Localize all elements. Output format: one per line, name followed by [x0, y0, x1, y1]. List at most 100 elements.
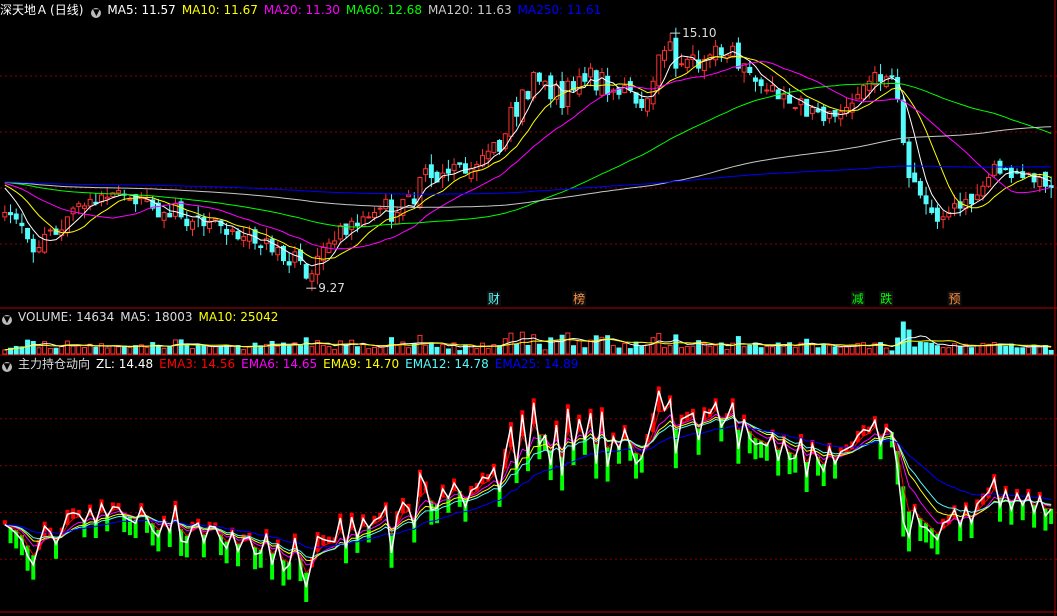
- volume-bar: [969, 347, 975, 355]
- candle-body: [758, 79, 764, 87]
- candle-body: [951, 203, 957, 209]
- volume-bar: [298, 345, 304, 355]
- candle-body: [667, 41, 673, 51]
- candle-body: [241, 236, 247, 241]
- candle-body: [878, 74, 884, 82]
- stock-chart-canvas[interactable]: 15.10 9.27 财 榜 减 跌 预: [0, 0, 1057, 616]
- volume-bar: [246, 346, 252, 355]
- volume-bar: [713, 345, 719, 355]
- ma-label-4: MA120: 11.63: [427, 3, 512, 17]
- volume-bar: [912, 346, 918, 355]
- candle-body: [735, 42, 741, 69]
- candle-body: [349, 220, 355, 230]
- volume-bar: [741, 346, 747, 355]
- volume-bar: [480, 342, 485, 355]
- candle-body: [224, 228, 230, 235]
- volume-bar: [485, 347, 491, 355]
- volume-bar: [326, 345, 332, 355]
- event-tag-4: 预: [948, 292, 960, 306]
- volume-bar: [605, 335, 611, 355]
- ma-label-3: MA60: 12.68: [345, 3, 422, 17]
- candle-body: [866, 80, 872, 91]
- volume-bar: [144, 347, 150, 355]
- volume-bar: [861, 342, 866, 355]
- volume-bar: [155, 345, 161, 355]
- volume-bar: [366, 348, 372, 355]
- volume-bar: [929, 342, 935, 355]
- volume-bar: [59, 345, 65, 355]
- candle-body: [25, 227, 31, 240]
- volume-bar: [269, 340, 275, 355]
- volume-bar: [582, 347, 588, 355]
- candle-body: [661, 50, 667, 61]
- candle-body: [747, 66, 753, 73]
- candle-body: [718, 47, 724, 56]
- volume-bar: [764, 345, 770, 355]
- indicator-panel-header: ▼ 主力持仓动向 ZL: 14.48 EMA3: 14.56 EMA6: 14.65 EM…: [0, 356, 590, 372]
- candle-body: [161, 212, 167, 221]
- candle-body: [457, 162, 463, 165]
- volume-bar: [906, 329, 912, 355]
- volume-bar: [934, 345, 940, 355]
- volume-bar: [252, 342, 258, 355]
- volume-bar: [70, 344, 76, 355]
- volume-bar: [661, 347, 667, 355]
- volume-bar: [30, 341, 36, 355]
- indicator-bar: [924, 522, 929, 543]
- candle-body: [821, 106, 827, 122]
- candle-body: [491, 142, 497, 153]
- volume-bar: [1014, 347, 1020, 355]
- candle-body: [883, 76, 889, 87]
- volume-bar: [13, 345, 19, 355]
- volume-bar: [667, 344, 673, 355]
- volume-bar: [656, 332, 662, 355]
- candle-body: [110, 192, 116, 198]
- indicator-bar: [2, 520, 7, 525]
- volume-bar: [639, 346, 645, 355]
- volume-bar: [161, 347, 167, 355]
- candle-body: [639, 99, 645, 109]
- volume-bar: [47, 347, 53, 355]
- candle-body: [974, 194, 980, 201]
- candle-body: [986, 177, 992, 187]
- volume-bar: [178, 339, 184, 355]
- candle-body: [565, 80, 571, 108]
- dropdown-arrow-icon[interactable]: ▼: [2, 315, 12, 325]
- volume-bar: [735, 336, 741, 355]
- volume-bar: [275, 345, 281, 355]
- period-label: (日线): [50, 3, 84, 17]
- candle-body: [1020, 171, 1026, 179]
- volume-bar: [53, 347, 59, 355]
- volume-bar: [974, 345, 980, 355]
- volume-bar: [758, 347, 764, 355]
- candle-body: [991, 163, 997, 176]
- volume-bar: [684, 345, 690, 355]
- volume-bar: [354, 346, 360, 355]
- candle-body: [428, 164, 434, 179]
- volume-bar: [150, 342, 156, 355]
- indicator-bar: [634, 452, 639, 479]
- volume-bar: [627, 348, 633, 355]
- volume-bar: [917, 341, 923, 355]
- ema3-line: [4, 404, 1052, 574]
- candle-body: [275, 247, 281, 256]
- volume-bar: [434, 346, 440, 355]
- volume-bar: [883, 347, 889, 355]
- volume-label-1: MA5: 18003: [120, 310, 193, 324]
- dropdown-arrow-icon[interactable]: ▼: [91, 8, 102, 18]
- volume-bar: [116, 346, 122, 355]
- candle-body: [406, 194, 412, 198]
- price-panel-header: 深天地Ａ (日线) ▼ MA5: 11.57 MA10: 11.67 MA20: 11.3…: [0, 2, 613, 18]
- volume-bar: [371, 346, 377, 355]
- volume-bar: [241, 349, 247, 355]
- indicator-label-1: ZL: 14.48: [96, 357, 154, 371]
- volume-bar: [747, 344, 753, 355]
- volume-bar: [36, 347, 42, 355]
- volume-bar: [957, 346, 963, 355]
- candle-body: [855, 93, 861, 100]
- low-price-label: 9.27: [318, 281, 345, 295]
- volume-bar: [781, 345, 787, 355]
- candle-body: [76, 203, 82, 207]
- dropdown-arrow-icon[interactable]: ▼: [2, 362, 12, 372]
- event-tag-3: 跌: [880, 291, 892, 306]
